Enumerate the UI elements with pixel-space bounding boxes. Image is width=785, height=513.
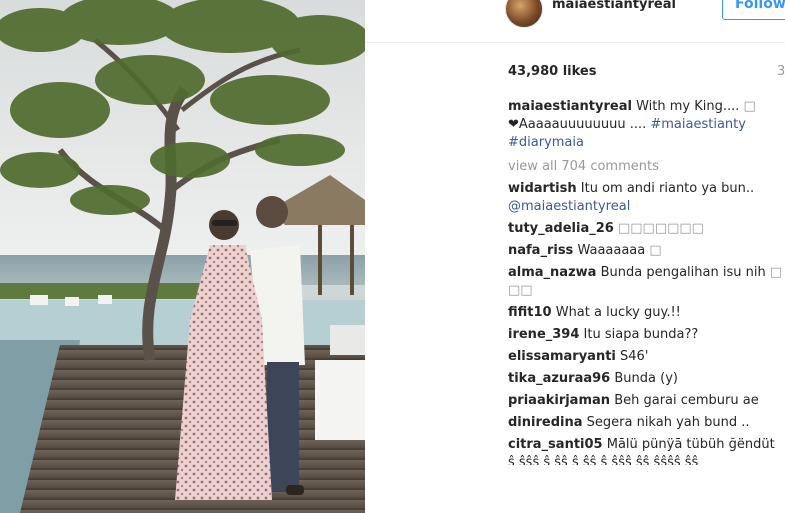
post-header: maiaestiantyreal Follow [365,0,785,43]
comment-text: Bunda (y) [614,371,678,386]
comment-item: diniredina Segera nikah yah bund .. [508,414,785,432]
photo-scene [0,0,365,513]
comment-text: Segera nikah yah bund .. [586,415,750,430]
comment-username[interactable]: irene_394 [508,327,579,342]
comment-username[interactable]: elissamaryanti [508,349,616,364]
post-sidebar: maiaestiantyreal Follow 43,980 likes 3 m… [365,0,785,513]
comments-list: maiaestiantyreal With my King.... □ ❤Aaa… [508,98,785,469]
post-photo[interactable] [0,0,365,513]
comment-username[interactable]: nafa_riss [508,243,573,258]
comment-username[interactable]: fifit10 [508,305,552,320]
comment-item: tuty_adelia_26 □□□□□□□ [508,220,785,238]
caption-text-line2: ❤Aaaaauuuuuuuu .... [508,117,651,132]
comment-text: What a lucky guy.!! [555,305,681,320]
comment-glyphs: □□□□□□□ [617,221,704,236]
comment-text: Bunda pengalihan isu nih [600,265,770,280]
hashtag-maiaestianty[interactable]: #maiaestianty [650,117,746,132]
comment-text: Waaaaaaa [577,243,650,258]
comment-glyphs: □ [769,265,783,280]
comment-glyphs: □ [649,243,662,258]
likes-count[interactable]: 43,980 likes [508,64,596,79]
comment-text: Beh garai cemburu ae [614,393,759,408]
hashtag-diarymaia[interactable]: #diarymaia [508,135,584,150]
comment-username[interactable]: diniredina [508,415,583,430]
post-time[interactable]: 3 [777,64,785,79]
comment-username[interactable]: priaakirjaman [508,393,610,408]
comment-text: Mālü pünÿā tübüh ğëndüt [606,437,775,452]
comment-item: alma_nazwa Bunda pengalihan isu nih □ □□ [508,264,785,300]
view-all-comments-link[interactable]: view all 704 comments [508,158,785,176]
avatar[interactable] [505,0,543,28]
comment-text-line2: ŝ ŝŝŝ ŝ ŝŝ ŝ ŝŝ ŝ ŝŝŝ ŝŝ ŝŝŝŝ ŝŝ [508,455,699,465]
comment-username[interactable]: widartish [508,181,577,196]
comment-item: widartish Itu om andi rianto ya bun.. @m… [508,180,785,216]
comment-username[interactable]: citra_santi05 [508,437,603,452]
comment-text: Itu om andi rianto ya bun.. [580,181,755,196]
comment-item: elissamaryanti S46' [508,348,785,366]
comment-glyphs-line2: □□ [508,283,533,298]
comment-username[interactable]: tika_azuraa96 [508,371,610,386]
comment-mention[interactable]: @maiaestiantyreal [508,199,630,214]
comment-item: nafa_riss Waaaaaaa □ [508,242,785,260]
comment-item: fifit10 What a lucky guy.!! [508,304,785,322]
comment-text: Itu siapa bunda?? [583,327,699,342]
comment-username[interactable]: alma_nazwa [508,265,596,280]
comment-item: priaakirjaman Beh garai cemburu ae [508,392,785,410]
post-username[interactable]: maiaestiantyreal [552,0,676,12]
comment-username[interactable]: tuty_adelia_26 [508,221,614,236]
caption-text-line1: With my King.... [636,99,744,114]
caption-username[interactable]: maiaestiantyreal [508,99,632,114]
caption: maiaestiantyreal With my King.... □ ❤Aaa… [508,99,756,150]
comment-item: irene_394 Itu siapa bunda?? [508,326,785,344]
comment-item: citra_santi05 Mālü pünÿā tübüh ğëndüt ŝ … [508,436,785,465]
comment-text: S46' [620,349,649,364]
follow-button[interactable]: Follow [722,0,785,20]
comment-item: tika_azuraa96 Bunda (y) [508,370,785,388]
